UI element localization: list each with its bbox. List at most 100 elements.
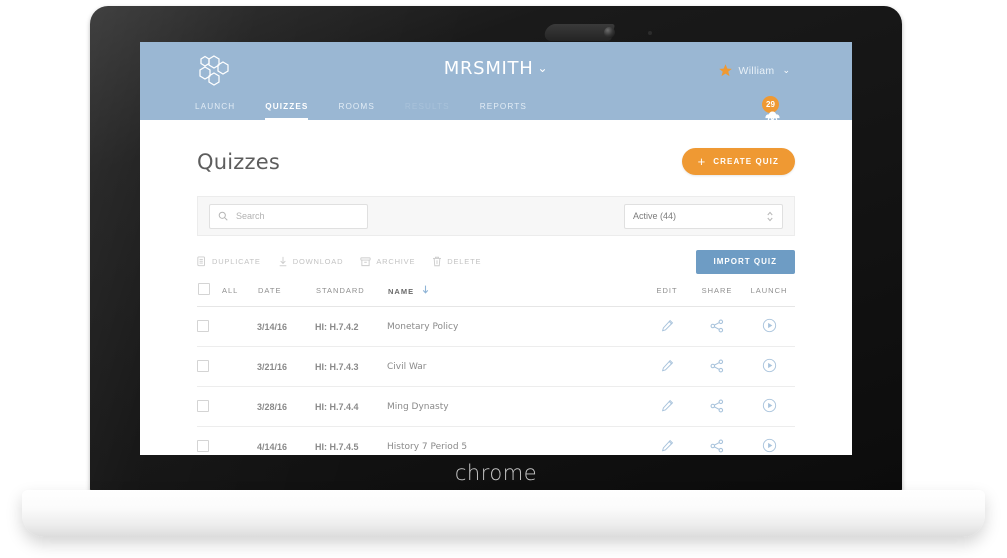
org-title-text: MRSMITH: [444, 58, 534, 79]
row-edit-cell: [643, 427, 691, 456]
column-header-name[interactable]: NAME: [387, 282, 643, 307]
row-checkbox-cell: [197, 427, 221, 456]
row-launch-cell: [743, 307, 795, 347]
select-all-checkbox-cell: [197, 282, 221, 307]
row-name: Monetary Policy: [387, 307, 643, 347]
row-share-cell: [691, 387, 743, 427]
import-quiz-button[interactable]: IMPORT QUIZ: [696, 250, 795, 274]
column-header-edit: EDIT: [643, 282, 691, 307]
download-label: DOWNLOAD: [293, 257, 344, 266]
laptop-base: [22, 490, 985, 537]
row-checkbox-cell: [197, 347, 221, 387]
select-all-checkbox[interactable]: [198, 283, 210, 295]
row-name: Civil War: [387, 347, 643, 387]
tab-rooms[interactable]: ROOMS: [338, 102, 374, 120]
row-launch-cell: [743, 347, 795, 387]
column-header-share: SHARE: [691, 282, 743, 307]
play-circle-icon[interactable]: [762, 398, 777, 413]
table-row[interactable]: 4/14/16HI: H.7.4.5History 7 Period 5: [197, 427, 795, 456]
webcam-indicator-light: [648, 31, 652, 35]
row-checkbox-cell: [197, 307, 221, 347]
row-spacer-cell: [221, 387, 257, 427]
pencil-icon[interactable]: [661, 399, 674, 412]
row-edit-cell: [643, 387, 691, 427]
quiz-table-body: 3/14/16HI: H.7.4.2Monetary Policy3/21/16…: [197, 307, 795, 456]
play-circle-icon[interactable]: [762, 358, 777, 373]
quiz-table-head: ALL DATE STANDARD NAME: [197, 282, 795, 307]
row-date: 3/28/16: [257, 387, 315, 427]
delete-button[interactable]: DELETE: [432, 256, 481, 267]
pencil-icon[interactable]: [661, 439, 674, 452]
star-icon: [718, 63, 733, 78]
chevron-down-icon: ⌄: [537, 61, 548, 75]
bulk-actions: DUPLICATE DOWNLOAD: [197, 256, 481, 267]
share-icon[interactable]: [710, 359, 724, 373]
table-row[interactable]: 3/21/16HI: H.7.4.3Civil War: [197, 347, 795, 387]
row-edit-cell: [643, 347, 691, 387]
screen-viewport: MRSMITH⌄ William ⌄ 29: [140, 42, 852, 455]
column-header-name-label: NAME: [388, 287, 414, 296]
share-icon[interactable]: [710, 399, 724, 413]
tab-reports[interactable]: REPORTS: [480, 102, 527, 120]
row-standard: HI: H.7.4.4: [315, 387, 387, 427]
create-quiz-label: CREATE QUIZ: [713, 157, 779, 166]
play-circle-icon[interactable]: [762, 318, 777, 333]
status-filter-dropdown[interactable]: Active (44): [624, 204, 783, 229]
user-name: William: [739, 65, 775, 77]
row-date: 3/14/16: [257, 307, 315, 347]
row-name: Ming Dynasty: [387, 387, 643, 427]
duplicate-button[interactable]: DUPLICATE: [197, 256, 261, 267]
tab-results[interactable]: RESULTS: [405, 102, 450, 120]
row-edit-cell: [643, 307, 691, 347]
page-head-row: Quizzes + CREATE QUIZ: [197, 120, 795, 175]
laptop-frame: chrome MRSMITH⌄: [0, 0, 1007, 558]
row-standard: HI: H.7.4.3: [315, 347, 387, 387]
sort-down-arrow-icon: [422, 287, 429, 296]
row-share-cell: [691, 427, 743, 456]
pencil-icon[interactable]: [661, 319, 674, 332]
row-checkbox[interactable]: [197, 320, 209, 332]
user-menu[interactable]: William ⌄: [718, 63, 790, 78]
row-checkbox-cell: [197, 387, 221, 427]
play-circle-icon[interactable]: [762, 438, 777, 453]
column-header-all[interactable]: ALL: [221, 282, 257, 307]
row-standard: HI: H.7.4.2: [315, 307, 387, 347]
trash-icon: [432, 256, 442, 267]
row-checkbox[interactable]: [197, 440, 209, 452]
pencil-icon[interactable]: [661, 359, 674, 372]
row-checkbox[interactable]: [197, 360, 209, 372]
archive-label: ARCHIVE: [376, 257, 415, 266]
plus-icon: +: [698, 155, 707, 168]
tab-quizzes[interactable]: QUIZZES: [265, 102, 308, 120]
app-header: MRSMITH⌄ William ⌄ 29: [140, 42, 852, 120]
filter-panel: Active (44): [197, 196, 795, 236]
search-input[interactable]: [234, 210, 359, 222]
nav-tabs: LAUNCH QUIZZES ROOMS RESULTS REPORTS: [140, 96, 557, 120]
quiz-table: ALL DATE STANDARD NAME: [197, 282, 795, 455]
archive-icon: [360, 256, 371, 267]
create-quiz-button[interactable]: + CREATE QUIZ: [682, 148, 795, 175]
page-body: Quizzes + CREATE QUIZ: [140, 120, 852, 455]
table-row[interactable]: 3/28/16HI: H.7.4.4Ming Dynasty: [197, 387, 795, 427]
tab-launch[interactable]: LAUNCH: [195, 102, 235, 120]
row-standard: HI: H.7.4.5: [315, 427, 387, 456]
status-filter-value: Active (44): [633, 211, 676, 221]
share-icon[interactable]: [710, 319, 724, 333]
delete-label: DELETE: [447, 257, 481, 266]
quiz-table-header-row: ALL DATE STANDARD NAME: [197, 282, 795, 307]
column-header-date[interactable]: DATE: [257, 282, 315, 307]
row-launch-cell: [743, 427, 795, 456]
search-box[interactable]: [209, 204, 368, 229]
column-header-standard[interactable]: STANDARD: [315, 282, 387, 307]
row-launch-cell: [743, 387, 795, 427]
page-title: Quizzes: [197, 150, 280, 174]
row-checkbox[interactable]: [197, 400, 209, 412]
row-share-cell: [691, 307, 743, 347]
archive-button[interactable]: ARCHIVE: [360, 256, 415, 267]
column-header-launch: LAUNCH: [743, 282, 795, 307]
table-row[interactable]: 3/14/16HI: H.7.4.2Monetary Policy: [197, 307, 795, 347]
row-name: History 7 Period 5: [387, 427, 643, 456]
row-spacer-cell: [221, 347, 257, 387]
share-icon[interactable]: [710, 439, 724, 453]
download-button[interactable]: DOWNLOAD: [278, 256, 344, 267]
